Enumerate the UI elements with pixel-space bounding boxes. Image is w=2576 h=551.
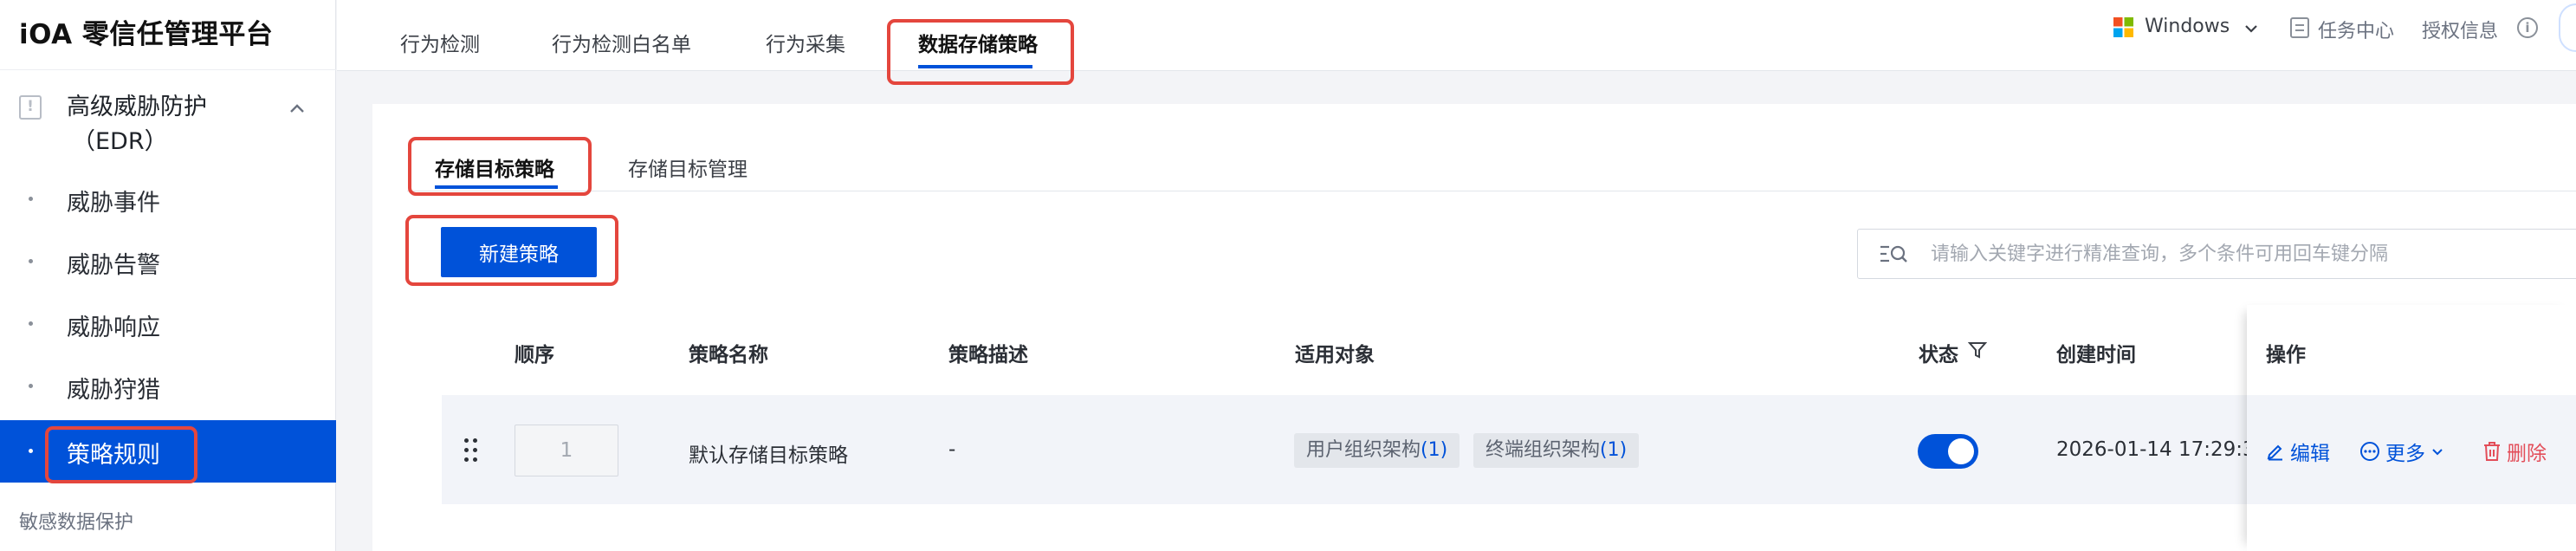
chevron-down-icon <box>2432 449 2443 456</box>
target-tag-label: 终端组织架构 <box>1485 439 1601 461</box>
column-header-order: 顺序 <box>515 344 554 366</box>
sidebar-group-title-line1: 高级威胁防护 <box>67 94 207 120</box>
column-header-created: 创建时间 <box>2056 344 2136 366</box>
brand-divider <box>0 69 336 70</box>
more-button[interactable]: 更多 <box>2359 437 2444 466</box>
sidebar-item-label: 威胁告警 <box>67 252 160 279</box>
more-label: 更多 <box>2385 443 2425 465</box>
search-input[interactable] <box>1931 238 2572 269</box>
order-input[interactable] <box>515 425 618 476</box>
column-header-name: 策略名称 <box>689 344 768 366</box>
sidebar-item-label: 威胁狩猎 <box>67 377 160 404</box>
sidebar-section-sensitive-data[interactable]: 敏感数据保护 <box>19 507 133 535</box>
sidebar-group-title: 高级威胁防护 （EDR） <box>67 90 240 159</box>
subtab-storage-target-management[interactable]: 存储目标管理 <box>628 152 748 182</box>
more-dots-icon <box>2360 442 2379 461</box>
highlight-box-data-storage-tab <box>887 19 1074 85</box>
bullet-dot <box>29 197 33 201</box>
policy-description-cell: - <box>948 438 956 461</box>
highlight-box-new-button <box>405 215 618 286</box>
sidebar-item-label: 威胁响应 <box>67 314 160 341</box>
trash-icon <box>2484 442 2500 461</box>
tab-behavior-collection[interactable]: 行为采集 <box>766 28 845 57</box>
alert-shield-icon <box>19 95 42 120</box>
filter-icon[interactable] <box>1968 340 1987 360</box>
sidebar-item-threat-response[interactable]: 威胁响应 <box>0 293 336 355</box>
sidebar-item-threat-events[interactable]: 威胁事件 <box>0 168 336 230</box>
bullet-dot <box>29 449 33 453</box>
pencil-icon <box>2267 444 2282 461</box>
info-icon[interactable]: i <box>2517 17 2538 38</box>
policy-name-cell: 默认存储目标策略 <box>689 444 848 467</box>
column-header-actions: 操作 <box>2266 344 2306 366</box>
app-title: iOA 零信任管理平台 <box>19 19 274 50</box>
windows-icon <box>2113 17 2133 37</box>
highlight-box-policy-rules <box>45 426 197 483</box>
target-tag-endpoint-org[interactable]: 终端组织架构(1) <box>1473 433 1640 468</box>
target-tag-count: (1) <box>1600 439 1628 461</box>
os-selector[interactable]: Windows <box>2145 16 2230 37</box>
bullet-dot <box>29 384 33 388</box>
status-toggle[interactable] <box>1918 434 1978 469</box>
search-box[interactable] <box>1857 229 2576 279</box>
sidebar-item-threat-hunting[interactable]: 威胁狩猎 <box>0 355 336 418</box>
task-center-link[interactable]: 任务中心 <box>2318 16 2394 43</box>
sidebar: iOA 零信任管理平台 高级威胁防护 （EDR） 威胁事件 威胁告警 威胁响应 … <box>0 0 336 551</box>
task-center-icon[interactable] <box>2290 17 2309 38</box>
edit-label: 编辑 <box>2290 443 2330 465</box>
target-tag-label: 用户组织架构 <box>1306 439 1421 461</box>
sidebar-group-title-line2: （EDR） <box>72 128 168 155</box>
column-header-target: 适用对象 <box>1295 344 1375 366</box>
target-tag-user-org[interactable]: 用户组织架构(1) <box>1294 433 1460 468</box>
bullet-dot <box>29 321 33 326</box>
avatar[interactable] <box>2559 3 2576 52</box>
created-time-cell: 2026-01-14 17:29:3 <box>2056 438 2256 461</box>
bullet-dot <box>29 259 33 263</box>
chevron-up-icon[interactable] <box>288 99 307 118</box>
filter-search-icon <box>1880 245 1907 263</box>
column-header-description: 策略描述 <box>948 344 1028 366</box>
delete-label: 删除 <box>2507 443 2547 465</box>
sidebar-item-label: 威胁事件 <box>67 190 160 217</box>
edit-button[interactable]: 编辑 <box>2266 437 2330 466</box>
sidebar-group-edr[interactable]: 高级威胁防护 （EDR） <box>0 80 336 166</box>
sidebar-item-threat-alerts[interactable]: 威胁告警 <box>0 230 336 293</box>
drag-handle-icon[interactable] <box>464 438 478 463</box>
delete-button[interactable]: 删除 <box>2482 437 2547 466</box>
tab-detection-whitelist[interactable]: 行为检测白名单 <box>552 28 691 57</box>
highlight-box-subtab <box>408 137 592 196</box>
tab-behavior-detection[interactable]: 行为检测 <box>400 28 480 57</box>
chevron-down-icon[interactable] <box>2243 21 2259 36</box>
license-info-link[interactable]: 授权信息 <box>2422 16 2498 43</box>
column-header-status: 状态 <box>1919 344 1958 366</box>
target-tag-count: (1) <box>1421 439 1448 461</box>
